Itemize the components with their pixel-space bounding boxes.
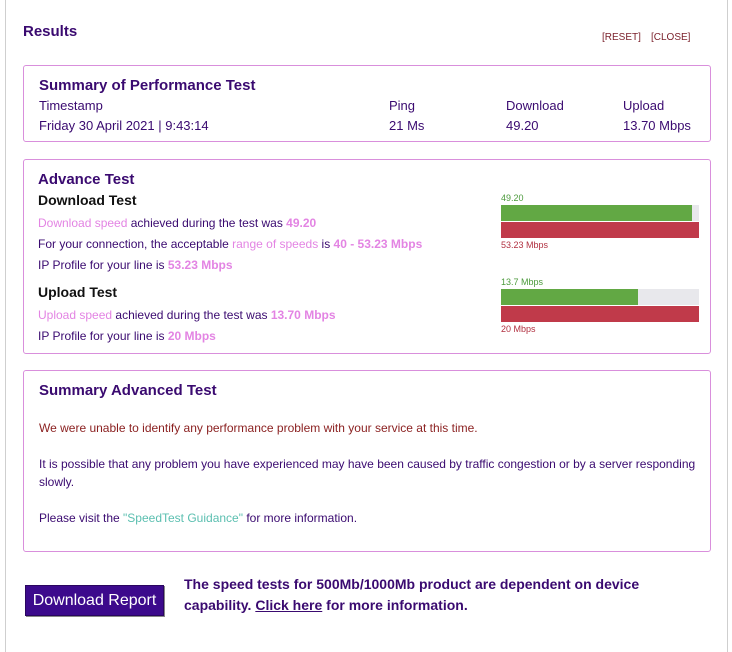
advance-test-title: Advance Test xyxy=(38,171,135,188)
no-problem-message: We were unable to identify any performan… xyxy=(39,421,478,435)
acceptable-range-line: For your connection, the acceptable rang… xyxy=(38,237,423,251)
product-note: The speed tests for 500Mb/1000Mb product… xyxy=(184,576,640,613)
download-profile-bar xyxy=(501,222,699,238)
range-of-speeds-link[interactable]: range of speeds xyxy=(232,237,318,251)
reset-button[interactable]: [RESET] xyxy=(602,32,641,43)
summary-performance-title: Summary of Performance Test xyxy=(39,77,256,94)
download-achieved-fill xyxy=(501,205,692,221)
download-ip-profile-value: 53.23 Mbps xyxy=(167,258,233,272)
download-ip-profile-line: IP Profile for your line is 53.23 Mbps xyxy=(38,258,233,272)
download-profile-label: 53.23 Mbps xyxy=(501,240,549,250)
results-title: Results xyxy=(23,23,78,40)
ping-value: 21 Ms xyxy=(389,118,425,133)
download-achieved-bar xyxy=(501,205,699,221)
upload-speed-value: 13.70 Mbps xyxy=(270,308,336,322)
download-report-button[interactable]: Download Report xyxy=(25,585,164,616)
upload-ip-profile-value: 20 Mbps xyxy=(167,329,216,343)
click-here-link[interactable]: Click here xyxy=(255,597,322,613)
upload-speed-line: Upload speed achieved during the test wa… xyxy=(38,308,336,322)
close-button[interactable]: [CLOSE] xyxy=(651,32,690,43)
advance-test-panel: Advance Test Download Test Download spee… xyxy=(23,159,711,354)
summary-advanced-panel: Summary Advanced Test We were unable to … xyxy=(23,370,711,552)
upload-speed-link[interactable]: Upload speed xyxy=(38,308,112,322)
upload-value: 13.70 Mbps xyxy=(623,118,691,133)
upload-profile-bar xyxy=(501,306,699,322)
upload-bar-value-label: 13.7 Mbps xyxy=(501,277,544,287)
download-value: 49.20 xyxy=(506,118,539,133)
download-header: Download xyxy=(506,98,564,113)
summary-advanced-title: Summary Advanced Test xyxy=(39,382,217,399)
upload-achieved-bar xyxy=(501,289,699,305)
speedtest-guidance-link[interactable]: "SpeedTest Guidance" xyxy=(123,511,243,525)
download-speed-value: 49.20 xyxy=(286,216,317,230)
upload-profile-label: 20 Mbps xyxy=(501,324,536,334)
upload-header: Upload xyxy=(623,98,665,113)
timestamp-value: Friday 30 April 2021 | 9:43:14 xyxy=(39,118,209,133)
congestion-message: It is possible that any problem you have… xyxy=(39,457,696,489)
ping-header: Ping xyxy=(389,98,416,113)
upload-ip-profile-line: IP Profile for your line is 20 Mbps xyxy=(38,329,216,343)
upload-test-heading: Upload Test xyxy=(38,284,118,300)
summary-performance-panel: Summary of Performance Test Timestamp Fr… xyxy=(23,65,711,142)
download-speed-link[interactable]: Download speed xyxy=(38,216,127,230)
download-test-heading: Download Test xyxy=(38,192,137,208)
acceptable-range-value: 40 - 53.23 Mbps xyxy=(333,237,423,251)
guidance-message: Please visit the "SpeedTest Guidance" fo… xyxy=(39,511,358,525)
upload-achieved-fill xyxy=(501,289,638,305)
download-bar-value-label: 49.20 xyxy=(501,193,524,203)
timestamp-header: Timestamp xyxy=(39,98,103,113)
download-speed-line: Download speed achieved during the test … xyxy=(38,216,317,230)
